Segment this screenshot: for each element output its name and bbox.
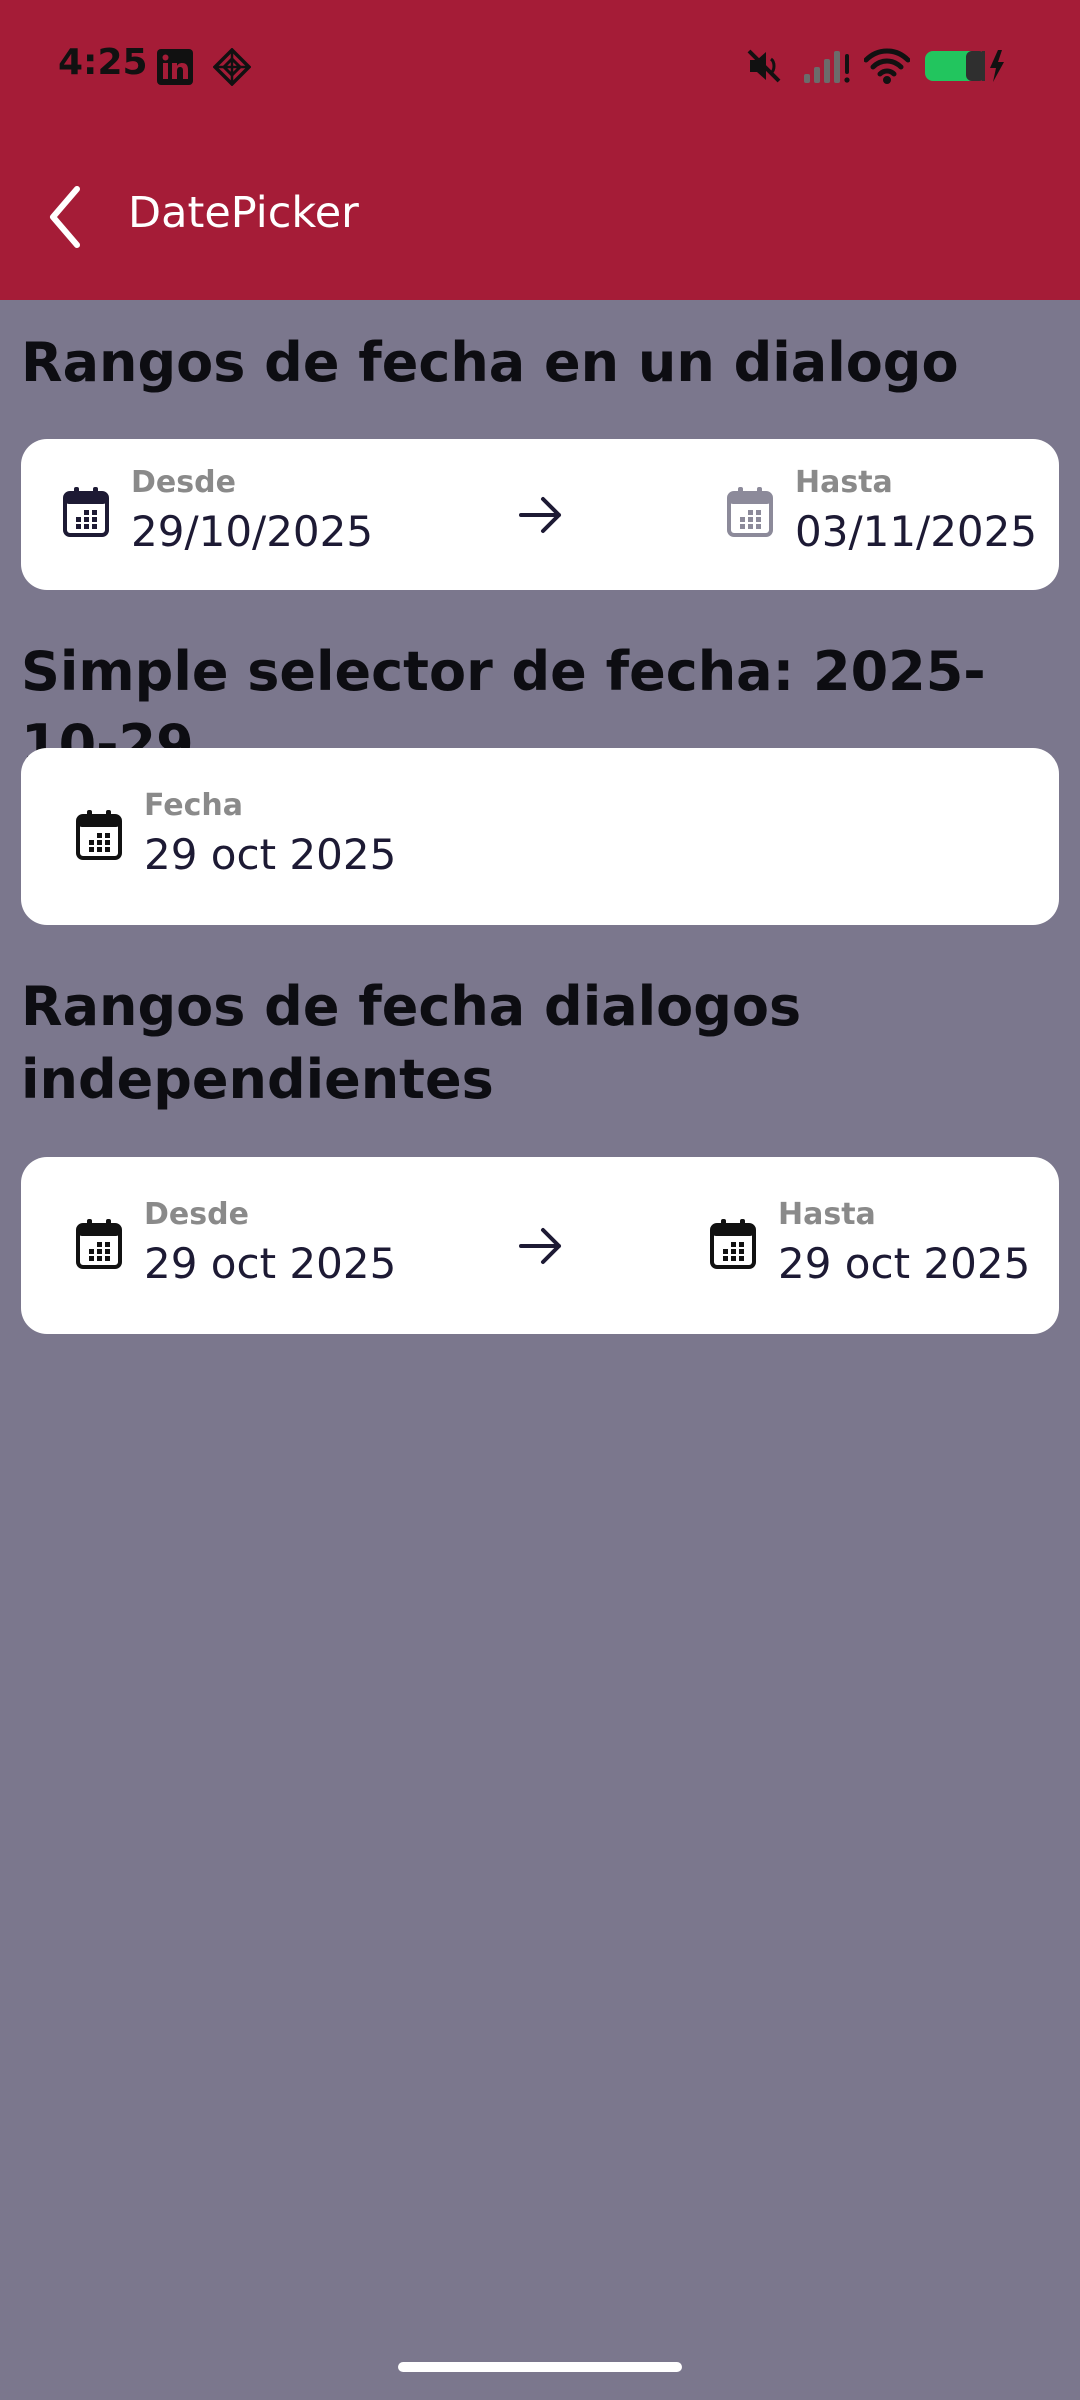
independent-from-value: 29 oct 2025 — [144, 1239, 397, 1288]
range-from-value: 29/10/2025 — [131, 507, 374, 556]
date-range-card: Desde 29/10/2025 Hasta 03/11/2025 — [21, 439, 1059, 590]
independent-to-field[interactable]: Hasta 29 oct 2025 — [710, 1197, 1030, 1291]
calendar-icon — [63, 487, 109, 537]
calendar-icon — [76, 1219, 122, 1269]
independent-to-value: 29 oct 2025 — [778, 1239, 1031, 1288]
wifi-icon — [864, 48, 910, 84]
arrow-right-icon — [517, 495, 565, 535]
range-to-label: Hasta — [795, 465, 893, 500]
arrow-right-icon — [517, 1226, 565, 1266]
chevron-left-icon — [50, 186, 80, 248]
independent-to-label: Hasta — [778, 1197, 876, 1232]
toolbar: DatePicker — [0, 132, 1080, 300]
section-title-dialog-range: Rangos de fecha en un dialogo — [21, 331, 959, 394]
range-from-label: Desde — [131, 465, 236, 500]
range-to-value: 03/11/2025 — [795, 507, 1038, 556]
range-from-field[interactable]: Desde 29/10/2025 — [63, 465, 373, 559]
calendar-icon — [727, 487, 773, 537]
app-diamond-icon — [213, 48, 251, 86]
calendar-icon — [76, 810, 122, 860]
status-bar: 4:25 — [0, 0, 1080, 132]
page-title: DatePicker — [128, 188, 359, 238]
date-field[interactable]: Fecha 29 oct 2025 — [76, 788, 396, 882]
back-button[interactable] — [30, 172, 100, 262]
single-date-card[interactable]: Fecha 29 oct 2025 — [21, 748, 1059, 925]
date-field-label: Fecha — [144, 788, 244, 823]
home-indicator[interactable] — [398, 2362, 682, 2372]
signal-icon — [804, 51, 850, 83]
independent-range-card: Desde 29 oct 2025 Hasta 29 oct 2025 — [21, 1157, 1059, 1334]
range-to-field[interactable]: Hasta 03/11/2025 — [727, 465, 1037, 559]
calendar-icon — [710, 1219, 756, 1269]
status-time: 4:25 — [58, 42, 148, 83]
date-field-value: 29 oct 2025 — [144, 830, 397, 879]
section-title-independent-dialogs: Rangos de fecha dialogos independientes — [21, 975, 802, 1111]
battery-charging-icon — [925, 50, 1004, 82]
independent-from-field[interactable]: Desde 29 oct 2025 — [76, 1197, 396, 1291]
app-bar: 4:25 DatePicker — [0, 0, 1080, 300]
mute-icon — [747, 49, 781, 83]
independent-from-label: Desde — [144, 1197, 249, 1232]
linkedin-icon — [157, 49, 193, 85]
